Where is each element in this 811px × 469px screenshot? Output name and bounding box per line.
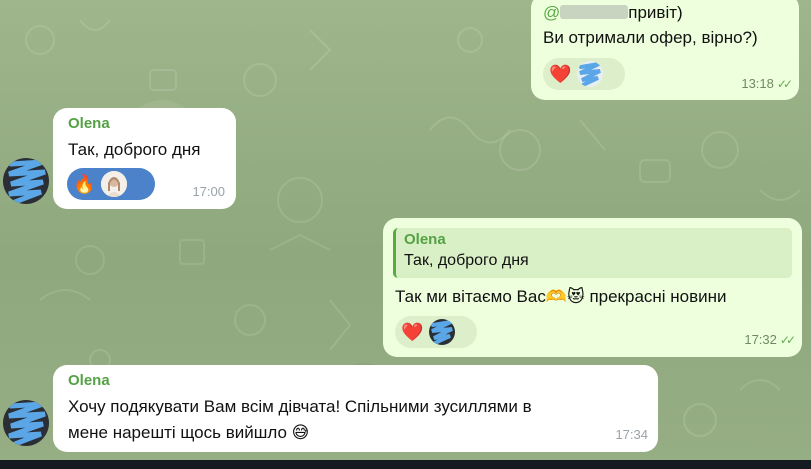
double-check-icon: ✓✓ (779, 333, 796, 347)
message-text: Так, доброго дня (68, 140, 201, 159)
message-time: 13:18 ✓✓ (741, 76, 793, 91)
outgoing-message-bubble[interactable]: @ привіт) Ви отримали офер, вірно?) ❤️ 13… (531, 0, 799, 100)
bottom-edge-bar (0, 460, 811, 469)
person-photo-icon (101, 171, 128, 197)
avatar-scribble-icon (8, 159, 46, 204)
incoming-message-bubble[interactable]: Olena Хочу подякувати Вам всім дівчата! … (53, 365, 658, 452)
redaction-scribble-icon (579, 62, 602, 87)
fire-reaction-icon[interactable]: 🔥 (73, 174, 95, 194)
reactions-bar[interactable]: ❤️ (395, 316, 477, 348)
incoming-message-bubble[interactable]: Olena Так, доброго дня 🔥 17:00 (53, 108, 236, 209)
heart-reaction-icon[interactable]: ❤️ (401, 322, 423, 342)
reactor-avatar (577, 61, 604, 87)
reply-sender-name: Olena (404, 231, 446, 248)
sender-name[interactable]: Olena (68, 114, 110, 134)
sender-avatar[interactable] (3, 158, 49, 204)
reactions-bar[interactable]: 🔥 (67, 168, 155, 200)
heart-reaction-icon[interactable]: ❤️ (549, 64, 571, 84)
message-text: Так ми вітаємо Вас🫶😻 прекрасні новини (395, 287, 727, 306)
message-text-line: привіт) (628, 3, 683, 22)
mention-prefix: @ (543, 3, 561, 22)
message-time: 17:00 (192, 184, 225, 199)
redaction-scribble-icon (431, 320, 454, 345)
message-text-line: мене нарешті щось вийшло 😅 (68, 423, 310, 442)
reactions-bar[interactable]: ❤️ (543, 58, 625, 90)
reply-text: Так, доброго дня (404, 252, 529, 269)
double-check-icon: ✓✓ (776, 77, 793, 91)
message-text: Ви отримали офер, вірно?) (543, 28, 758, 47)
outgoing-message-bubble[interactable]: Olena Так, доброго дня Так ми вітаємо Ва… (383, 218, 802, 357)
sender-name[interactable]: Olena (68, 371, 110, 391)
sender-avatar[interactable] (3, 400, 49, 446)
avatar-scribble-icon (8, 401, 46, 446)
message-time: 17:34 (615, 427, 648, 442)
message-time: 17:32 ✓✓ (744, 332, 796, 347)
reactor-avatar (101, 171, 128, 197)
reply-quote[interactable]: Olena Так, доброго дня (393, 228, 792, 278)
message-text-line: Хочу подякувати Вам всім дівчата! Спільн… (68, 397, 532, 416)
reactor-avatar (429, 319, 456, 345)
redacted-mention (560, 5, 629, 19)
